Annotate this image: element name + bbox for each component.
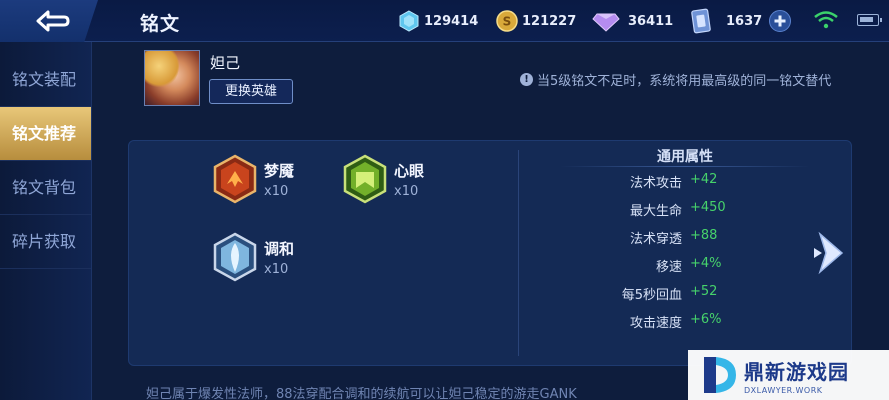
notice-text: 当5级铭文不足时，系统将用最高级的同一铭文替代	[537, 74, 832, 89]
add-voucher-button[interactable]	[769, 10, 792, 32]
svg-text:S: S	[503, 15, 512, 29]
battery-icon	[857, 14, 882, 26]
inscription-name: 心眼	[394, 161, 425, 180]
notice: ! 当5级铭文不足时，系统将用最高级的同一铭文替代	[520, 70, 831, 89]
attribute-value: +88	[690, 228, 718, 243]
keen-eye-inscription-icon	[343, 154, 387, 204]
inscription-name: 调和	[264, 239, 295, 258]
attribute-row: 每5秒回血 +52	[520, 284, 820, 306]
gold-coin-icon: S	[496, 10, 518, 32]
attribute-row: 攻击速度 +6%	[520, 312, 820, 334]
attribute-value: +6%	[690, 312, 722, 327]
diamond-resource: 129414	[398, 8, 478, 34]
attribute-name: 法术攻击	[629, 176, 682, 191]
inscription-count: x10	[264, 261, 289, 277]
attributes-title: 通用属性	[657, 149, 713, 165]
attribute-value: +42	[690, 172, 718, 187]
attribute-row: 移速 +4%	[520, 256, 820, 278]
attribute-name: 攻击速度	[629, 316, 682, 331]
inscription-item[interactable]: 调和 x10	[212, 232, 294, 282]
purple-gem-icon	[592, 13, 620, 32]
attribute-value: +4%	[690, 256, 722, 271]
watermark-subtitle: DXLAWYER.WORK	[744, 385, 823, 395]
sidebar: 铭文装配 铭文推荐 铭文背包 碎片获取	[0, 42, 92, 400]
sidebar-item-equip[interactable]: 铭文装配	[0, 53, 91, 107]
top-bar: 铭文 129414 S 121227 36411 1637	[0, 0, 889, 42]
attribute-name: 法术穿透	[629, 232, 682, 247]
watermark-title: 鼎新游戏园	[744, 359, 849, 384]
back-arrow-icon	[36, 10, 70, 32]
attribute-value: +52	[690, 284, 718, 299]
attribute-name: 每5秒回血	[621, 288, 682, 303]
gem-resource: 36411	[592, 8, 673, 34]
inscription-item[interactable]: 心眼 x10	[342, 154, 424, 204]
gold-count: 121227	[522, 13, 577, 29]
voucher-icon	[691, 8, 711, 34]
watermark-logo-icon	[704, 357, 736, 393]
sidebar-item-fragments[interactable]: 碎片获取	[0, 215, 91, 269]
change-hero-button[interactable]: 更换英雄	[209, 79, 293, 104]
info-icon: !	[520, 73, 533, 86]
inscription-name: 梦魇	[264, 161, 295, 180]
sidebar-item-recommend[interactable]: 铭文推荐	[0, 107, 91, 161]
attributes-title-underline	[560, 166, 810, 167]
next-page-arrow-icon[interactable]	[812, 230, 848, 276]
voucher-count: 1637	[726, 13, 763, 29]
voucher-resource: 1637	[690, 8, 792, 34]
nightmare-inscription-icon	[213, 154, 257, 204]
attribute-name: 移速	[655, 260, 682, 275]
hero-portrait	[144, 50, 200, 106]
attribute-value: +450	[690, 200, 726, 215]
hero-name: 妲己	[210, 54, 241, 72]
strategy-description: 妲己属于爆发性法师，88法穿配合调和的续航可以让妲己稳定的游走GANK	[146, 387, 577, 400]
back-button[interactable]	[0, 0, 98, 42]
gold-resource: S 121227	[496, 8, 576, 34]
diamond-count: 129414	[424, 13, 479, 29]
attribute-row: 最大生命 +450	[520, 200, 820, 222]
inscription-count: x10	[394, 183, 419, 199]
harmony-inscription-icon	[213, 232, 257, 282]
wifi-icon	[814, 11, 838, 29]
attribute-name: 最大生命	[629, 204, 682, 219]
sidebar-item-backpack[interactable]: 铭文背包	[0, 161, 91, 215]
gem-count: 36411	[628, 13, 674, 29]
panel-divider	[518, 150, 519, 356]
attribute-row: 法术攻击 +42	[520, 172, 820, 194]
watermark: 鼎新游戏园 DXLAWYER.WORK	[688, 350, 889, 400]
attribute-row: 法术穿透 +88	[520, 228, 820, 250]
page-title: 铭文	[140, 13, 181, 35]
diamond-icon	[399, 10, 419, 32]
inscription-count: x10	[264, 183, 289, 199]
inscription-item[interactable]: 梦魇 x10	[212, 154, 294, 204]
